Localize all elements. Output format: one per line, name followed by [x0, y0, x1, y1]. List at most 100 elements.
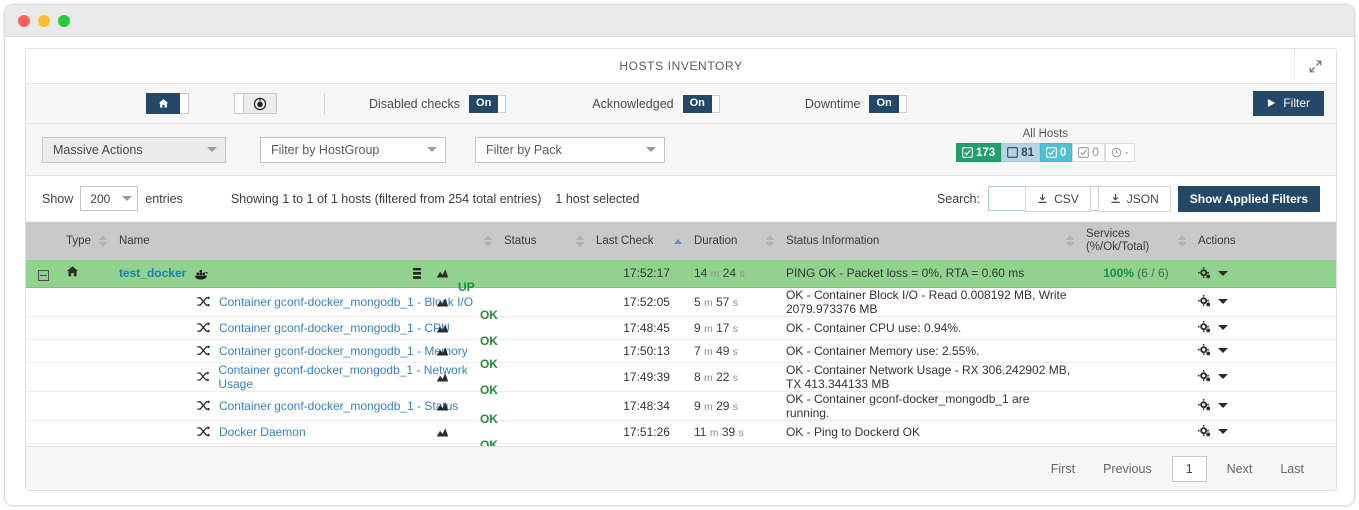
- downtime-value: On: [869, 94, 899, 113]
- column-header-type-label: Type: [66, 235, 91, 247]
- badge-pending-hosts[interactable]: 81: [1001, 143, 1040, 162]
- acknowledged-toggle[interactable]: Acknowledged On: [592, 94, 720, 113]
- chart-icon[interactable]: [436, 322, 449, 334]
- service-actions-dropdown[interactable]: [1217, 348, 1228, 353]
- sort-icon-duration[interactable]: [765, 235, 774, 247]
- gear-icon[interactable]: [1197, 321, 1211, 334]
- badge-unreachable-hosts-value: 0: [1059, 146, 1067, 159]
- column-header-status-information[interactable]: Status Information: [780, 222, 1080, 260]
- service-status-information-cell: OK - Container Memory use: 2.55%.: [785, 343, 980, 358]
- export-json-button[interactable]: JSON: [1097, 185, 1171, 212]
- badge-up-hosts[interactable]: 173: [956, 143, 1002, 162]
- gear-icon[interactable]: [1197, 399, 1211, 412]
- host-actions-dropdown[interactable]: [1217, 270, 1228, 276]
- service-row[interactable]: Container gconf-docker_mongodb_1 - Netwo…: [26, 362, 1336, 397]
- service-duration-cell: 11 m 39 s: [688, 420, 780, 443]
- disabled-checks-toggle[interactable]: Disabled checks On: [369, 94, 507, 113]
- host-duration-seconds-unit: s: [739, 268, 745, 281]
- filter-button[interactable]: Filter: [1253, 91, 1324, 116]
- chart-icon[interactable]: [436, 296, 449, 308]
- column-header-duration[interactable]: Duration: [688, 222, 780, 260]
- column-header-status[interactable]: Status: [498, 222, 590, 260]
- service-status-value: OK: [479, 411, 498, 426]
- export-csv-button[interactable]: CSV: [1025, 185, 1091, 212]
- service-spacer-cell: [26, 287, 60, 316]
- service-status-information-cell: OK - Container gconf-docker_mongodb_1 ar…: [785, 391, 1030, 420]
- window-minimize-button[interactable]: [38, 14, 50, 27]
- window-maximize-button[interactable]: [58, 14, 70, 27]
- pack-filter-select[interactable]: Filter by Pack: [475, 136, 665, 163]
- chart-icon[interactable]: [436, 267, 449, 279]
- column-header-type[interactable]: Type: [60, 222, 113, 260]
- chart-icon[interactable]: [436, 371, 449, 383]
- pagination-last[interactable]: Last: [1266, 462, 1318, 476]
- chart-icon[interactable]: [436, 400, 449, 412]
- service-name-link[interactable]: Docker Daemon: [219, 425, 306, 439]
- sort-icon-name[interactable]: [483, 235, 492, 247]
- server-icon[interactable]: [412, 267, 422, 280]
- host-row[interactable]: test_docker UP 17:52:17 14 m 24 s PING O…: [26, 260, 1336, 294]
- host-last-check-cell: 17:52:17: [623, 266, 670, 281]
- service-actions-dropdown[interactable]: [1217, 429, 1228, 434]
- gear-icon[interactable]: [1197, 344, 1211, 357]
- hostgroup-filter-select[interactable]: Filter by HostGroup: [260, 136, 446, 163]
- entries-per-page-select[interactable]: 200: [80, 186, 139, 211]
- service-duration-minutes-unit: m: [703, 296, 713, 309]
- sort-icon-status-information[interactable]: [1065, 235, 1074, 247]
- service-status-cell: OK: [436, 391, 590, 426]
- sort-icon-type[interactable]: [98, 235, 107, 247]
- home-view-button[interactable]: [146, 93, 180, 114]
- gear-icon[interactable]: [1197, 425, 1211, 438]
- disabled-checks-label: Disabled checks: [369, 96, 461, 111]
- filter-toolbar: Disabled checks On Acknowledged On Downt…: [26, 84, 1336, 124]
- badge-acknowledged-hosts[interactable]: -: [1104, 143, 1135, 162]
- sort-icon-services[interactable]: [1177, 235, 1186, 247]
- service-name-link[interactable]: Container gconf-docker_mongodb_1 - Statu…: [219, 399, 458, 413]
- all-hosts-summary: All Hosts 173 81 0 0 -: [956, 128, 1135, 162]
- column-header-services[interactable]: Services (%/Ok/Total): [1080, 222, 1192, 260]
- host-name-link[interactable]: test_docker: [119, 266, 186, 280]
- service-duration-minutes: 9: [693, 398, 701, 413]
- window-close-button[interactable]: [18, 14, 30, 27]
- sort-icon-last-check[interactable]: [673, 238, 682, 244]
- target-view-knob[interactable]: [234, 93, 243, 114]
- service-name-link[interactable]: Container gconf-docker_mongodb_1 - CPU: [219, 321, 450, 335]
- service-actions-dropdown[interactable]: [1217, 403, 1228, 408]
- collapse-panel-button[interactable]: [1294, 49, 1336, 83]
- pagination-page-1[interactable]: 1: [1171, 455, 1207, 482]
- column-header-last-check[interactable]: Last Check: [590, 222, 688, 260]
- table-body: test_docker UP 17:52:17 14 m 24 s PING O…: [26, 260, 1336, 294]
- massive-actions-select[interactable]: Massive Actions: [42, 136, 226, 163]
- search-label: Search:: [936, 191, 980, 206]
- gear-icon[interactable]: [1197, 266, 1211, 280]
- collapse-host-toggle[interactable]: [37, 270, 49, 282]
- shuffle-icon: [197, 426, 210, 437]
- gear-icon[interactable]: [1197, 370, 1211, 383]
- gear-icon[interactable]: [1197, 295, 1211, 308]
- badge-unreachable-hosts[interactable]: 0: [1039, 143, 1073, 162]
- badge-down-hosts-value: 0: [1092, 146, 1099, 159]
- target-view-button[interactable]: [243, 93, 277, 114]
- service-actions-dropdown[interactable]: [1217, 325, 1228, 330]
- sort-icon-status[interactable]: [575, 235, 584, 247]
- service-row[interactable]: Container gconf-docker_mongodb_1 - Statu…: [26, 391, 1336, 426]
- pagination-previous[interactable]: Previous: [1089, 462, 1166, 476]
- home-icon: [66, 266, 79, 277]
- home-view-knob[interactable]: [180, 93, 189, 114]
- chart-icon[interactable]: [436, 426, 449, 438]
- pagination-first[interactable]: First: [1037, 462, 1089, 476]
- service-actions-dropdown[interactable]: [1217, 374, 1228, 379]
- pagination-next[interactable]: Next: [1213, 462, 1267, 476]
- service-row[interactable]: Container gconf-docker_mongodb_1 - Memor…: [26, 339, 1336, 371]
- service-name-link[interactable]: Container gconf-docker_mongodb_1 - Memor…: [219, 344, 468, 358]
- service-row[interactable]: Container gconf-docker_mongodb_1 - CPU OK…: [26, 316, 1336, 348]
- service-actions-dropdown[interactable]: [1217, 299, 1228, 304]
- show-applied-filters-button[interactable]: Show Applied Filters: [1177, 185, 1320, 212]
- service-row[interactable]: Docker Daemon OK 17:51:26 11 m 39 s OK - Pin…: [26, 420, 1336, 452]
- downtime-toggle[interactable]: Downtime On: [805, 94, 907, 113]
- service-row[interactable]: Container gconf-docker_mongodb_1 - Block…: [26, 287, 1336, 322]
- chart-icon[interactable]: [436, 345, 449, 357]
- service-duration-minutes-unit: m: [703, 322, 713, 335]
- badge-down-hosts[interactable]: 0: [1072, 143, 1105, 162]
- column-header-name[interactable]: Name: [113, 222, 498, 260]
